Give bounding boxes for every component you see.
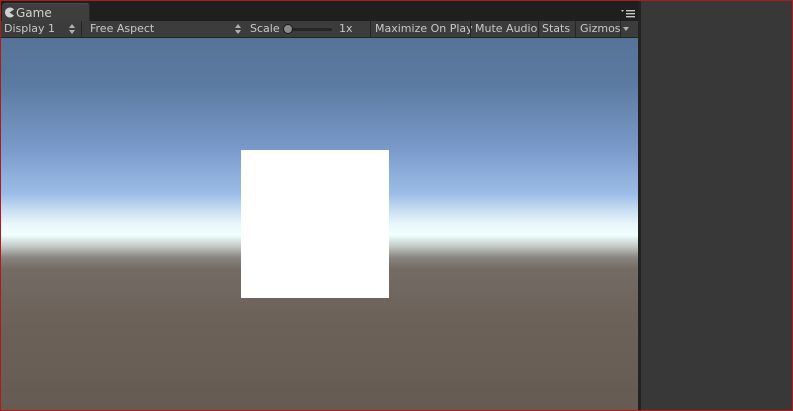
scale-value-text: 1x	[339, 22, 353, 35]
panel-menu-icon[interactable]	[619, 8, 637, 20]
white-square-object	[241, 150, 389, 298]
game-toolbar: Display 1 Free Aspect Scale 1x Maximize …	[1, 21, 639, 38]
gizmos-dropdown-arrow-icon[interactable]	[623, 27, 629, 31]
stats-toggle[interactable]: Stats	[539, 21, 575, 37]
maximize-on-play-label: Maximize On Play	[375, 22, 473, 35]
scale-value: 1x	[336, 21, 366, 37]
scale-slider-thumb[interactable]	[283, 24, 293, 34]
gizmos-label: Gizmos	[580, 22, 621, 35]
toolbar-separator	[620, 21, 621, 37]
gizmos-toggle[interactable]: Gizmos	[577, 21, 621, 37]
display-dropdown-label: Display 1	[4, 22, 56, 35]
tab-game-label: Game	[16, 6, 52, 20]
right-empty-panel	[641, 1, 792, 410]
maximize-on-play-toggle[interactable]: Maximize On Play	[372, 21, 473, 37]
toolbar-separator	[81, 21, 82, 37]
pacman-icon	[5, 7, 15, 18]
stats-label: Stats	[542, 22, 571, 35]
updown-arrows-icon	[235, 24, 241, 34]
scale-label-text: Scale	[250, 22, 280, 35]
toolbar-separator	[575, 21, 576, 37]
toolbar-separator	[470, 21, 471, 37]
display-dropdown[interactable]: Display 1	[1, 21, 81, 37]
game-viewport[interactable]	[1, 38, 638, 410]
aspect-dropdown-label: Free Aspect	[90, 22, 155, 35]
updown-arrows-icon	[69, 24, 75, 34]
mute-audio-toggle[interactable]: Mute Audio	[472, 21, 538, 37]
aspect-dropdown[interactable]: Free Aspect	[87, 21, 245, 37]
game-window: Game Display 1 Free Aspect Scale 1x Maxi…	[0, 0, 793, 411]
mute-audio-label: Mute Audio	[475, 22, 538, 35]
tab-game[interactable]: Game	[2, 3, 90, 21]
scale-label: Scale	[247, 21, 287, 37]
scale-slider-track[interactable]	[289, 28, 332, 31]
toolbar-separator	[370, 21, 371, 37]
tab-bar: Game	[1, 1, 639, 21]
